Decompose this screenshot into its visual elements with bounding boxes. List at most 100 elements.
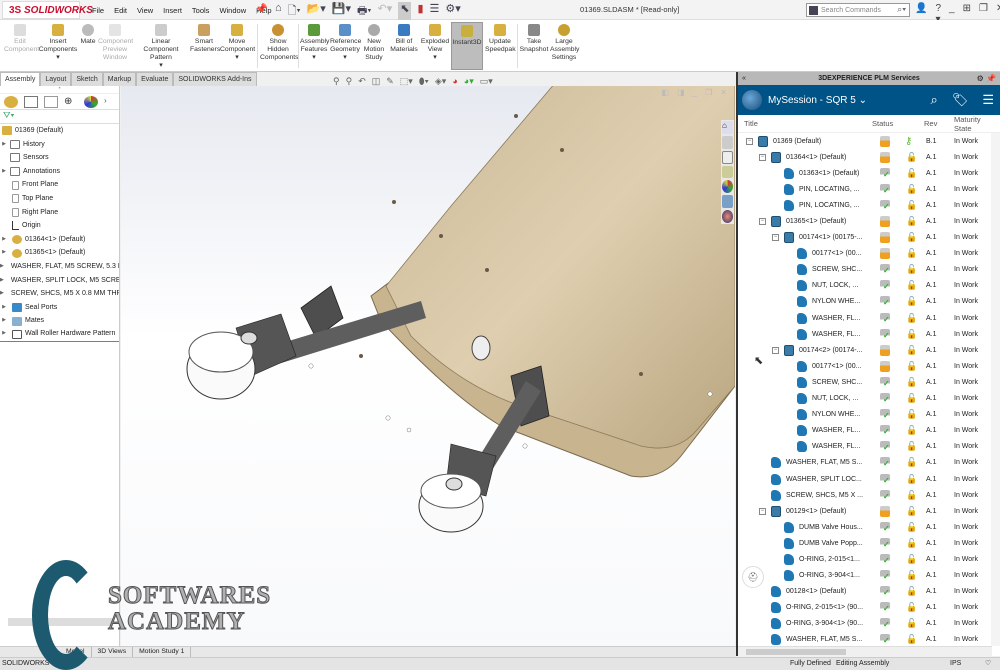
view-orientation-icon[interactable]: ⬚▾ bbox=[400, 76, 413, 87]
plm-row[interactable]: O-RING, 2-015<1... 🔓 A.1 In Work bbox=[738, 551, 1000, 567]
collapse-toggle-icon[interactable]: − bbox=[759, 218, 766, 226]
scroll-thumb[interactable] bbox=[746, 649, 846, 655]
plm-row[interactable]: NUT, LOCK, ... 🔓 A.1 In Work bbox=[738, 278, 1000, 294]
plm-row[interactable]: − 00129<1> (Default) 🔓 A.1 In Work bbox=[738, 503, 1000, 519]
plm-row[interactable]: WASHER, FL... 🔓 A.1 In Work bbox=[738, 310, 1000, 326]
unlocked-padlock-icon[interactable]: 🔓 bbox=[906, 393, 917, 404]
viewport-prev-icon[interactable]: ◧ bbox=[662, 88, 670, 97]
plm-row[interactable]: DUMB Valve Hous... 🔓 A.1 In Work bbox=[738, 519, 1000, 535]
undo-icon[interactable]: ↶▾ bbox=[377, 2, 392, 21]
plm-row[interactable]: WASHER, SPLIT LOC... 🔓 A.1 In Work bbox=[738, 471, 1000, 487]
plm-row[interactable]: WASHER, FL... 🔓 A.1 In Work bbox=[738, 423, 1000, 439]
design-library-icon[interactable] bbox=[722, 135, 733, 149]
display-manager-tab-icon[interactable] bbox=[84, 95, 98, 108]
col-rev[interactable]: Rev bbox=[924, 119, 937, 128]
unlocked-padlock-icon[interactable]: 🔓 bbox=[906, 474, 917, 485]
hide-show-items-icon[interactable]: ◈▾ bbox=[435, 76, 446, 87]
unlocked-padlock-icon[interactable]: 🔓 bbox=[906, 232, 917, 243]
col-status[interactable]: Status bbox=[872, 119, 893, 128]
reference-geometry-button[interactable]: Reference Geometry ▾ bbox=[330, 24, 361, 62]
3dexperience-compass-icon[interactable] bbox=[742, 90, 762, 110]
options-gear-icon[interactable]: ⚙▾ bbox=[445, 2, 460, 21]
plm-row[interactable]: DUMB Valve Popp... 🔓 A.1 In Work bbox=[738, 535, 1000, 551]
plm-row[interactable]: O-RING, 2-015<1> (90... 🔓 A.1 In Work bbox=[738, 600, 1000, 616]
tab-layout[interactable]: Layout bbox=[40, 72, 72, 86]
exploded-view-button[interactable]: Exploded View ▾ bbox=[420, 24, 450, 62]
unlocked-padlock-icon[interactable]: 🔓 bbox=[906, 538, 917, 549]
collapse-toggle-icon[interactable]: − bbox=[759, 507, 766, 515]
tree-item-top-plane[interactable]: Top Plane bbox=[0, 192, 119, 206]
viewport-minimize-icon[interactable]: _ bbox=[693, 88, 697, 97]
custom-properties-icon[interactable] bbox=[722, 195, 733, 209]
feature-tree-scrollbar[interactable] bbox=[8, 618, 113, 626]
plm-row[interactable]: O-RING, 3-904<1> (90... 🔓 A.1 In Work bbox=[738, 616, 1000, 632]
tree-item-history[interactable]: ▶ History bbox=[0, 138, 119, 152]
plm-row[interactable]: SCREW, SHC... 🔓 A.1 In Work bbox=[738, 374, 1000, 390]
component-preview-window-button[interactable]: Component Preview Window bbox=[98, 24, 133, 62]
unlocked-padlock-icon[interactable]: 🔓 bbox=[906, 345, 917, 356]
unlocked-padlock-icon[interactable]: 🔓 bbox=[906, 409, 917, 420]
session-selector[interactable]: MySession - SQR 5 ⌄ bbox=[768, 95, 867, 106]
zoom-to-fit-icon[interactable]: ⚲ bbox=[333, 76, 340, 87]
unlocked-padlock-icon[interactable]: 🔓 bbox=[906, 634, 917, 645]
plm-row[interactable]: SCREW, SHCS, M5 X ... 🔓 A.1 In Work bbox=[738, 487, 1000, 503]
move-component-button[interactable]: Move Component ▾ bbox=[220, 24, 255, 62]
status-feedback-icon[interactable]: ♡ bbox=[985, 658, 991, 670]
expand-icon[interactable]: ▶ bbox=[0, 314, 8, 328]
edit-appearance-icon[interactable]: ◕ bbox=[452, 76, 457, 87]
viewport-close-icon[interactable]: ✕ bbox=[720, 88, 727, 97]
expand-icon[interactable]: ▶ bbox=[0, 138, 8, 152]
plm-row[interactable]: WASHER, FL... 🔓 A.1 In Work bbox=[738, 326, 1000, 342]
insert-components-button[interactable]: Insert Components ▾ bbox=[38, 24, 78, 62]
unlocked-padlock-icon[interactable]: 🔓 bbox=[906, 506, 917, 517]
unlocked-padlock-icon[interactable]: 🔓 bbox=[906, 168, 917, 179]
tree-item-washer-flat[interactable]: ▶ WASHER, FLAT, M5 SCREW, 5.3 M bbox=[0, 260, 119, 274]
section-view-icon[interactable]: ◫ bbox=[372, 76, 381, 87]
unlocked-padlock-icon[interactable]: 🔓 bbox=[906, 522, 917, 533]
mate-button[interactable]: Mate bbox=[80, 24, 96, 46]
rebuild-icon[interactable]: ▮ bbox=[417, 2, 423, 21]
tree-item-annotations[interactable]: ▶ Annotations bbox=[0, 165, 119, 179]
unlocked-padlock-icon[interactable]: 🔓 bbox=[906, 296, 917, 307]
plm-row[interactable]: NUT, LOCK, ... 🔓 A.1 In Work bbox=[738, 391, 1000, 407]
appearances-icon[interactable] bbox=[722, 180, 733, 194]
unlocked-padlock-icon[interactable]: 🔓 bbox=[906, 200, 917, 211]
file-explorer-icon[interactable] bbox=[722, 150, 733, 164]
tab-assembly[interactable]: Assembly bbox=[0, 72, 41, 86]
plm-row[interactable]: 00177<1> (00... 🔓 A.1 In Work bbox=[738, 358, 1000, 374]
menu-tools[interactable]: Tools bbox=[192, 6, 210, 15]
menu-edit[interactable]: Edit bbox=[114, 6, 127, 15]
unlocked-padlock-icon[interactable]: 🔓 bbox=[906, 280, 917, 291]
expand-icon[interactable]: ▶ bbox=[0, 246, 8, 260]
menu-file[interactable]: File bbox=[92, 6, 104, 15]
unlocked-padlock-icon[interactable]: 🔓 bbox=[906, 490, 917, 501]
viewport-restore-icon[interactable]: ❐ bbox=[705, 88, 712, 97]
collapse-toggle-icon[interactable]: − bbox=[746, 137, 753, 145]
tag-icon[interactable]: 🏷 bbox=[952, 92, 969, 108]
unlocked-padlock-icon[interactable]: 🔓 bbox=[906, 554, 917, 565]
tree-item-wall-roller-pattern[interactable]: ▶ Wall Roller Hardware Pattern bbox=[0, 328, 119, 342]
edit-component-button[interactable]: Edit Component bbox=[4, 24, 39, 54]
display-style-icon[interactable]: ⬮▾ bbox=[419, 76, 429, 87]
collapse-panel-icon[interactable]: « bbox=[742, 72, 746, 85]
dimxpert-tab-icon[interactable]: ⊕ bbox=[64, 96, 78, 108]
tree-item-01364[interactable]: ▶ 01364<1> (Default) bbox=[0, 233, 119, 247]
unlocked-padlock-icon[interactable]: 🔓 bbox=[906, 361, 917, 372]
plm-row[interactable]: WASHER, FLAT, M5 S... 🔓 A.1 In Work bbox=[738, 455, 1000, 471]
tree-item-mates[interactable]: ▶ Mates bbox=[0, 314, 119, 328]
menu-view[interactable]: View bbox=[137, 6, 153, 15]
panel-settings-icon[interactable]: ⚙ bbox=[977, 74, 984, 83]
instant3d-button[interactable]: Instant3D bbox=[451, 22, 483, 70]
tree-item-origin[interactable]: Origin bbox=[0, 219, 119, 233]
select-icon[interactable]: ⬉ bbox=[398, 2, 412, 21]
assembly-features-button[interactable]: Assembly Features ▾ bbox=[300, 24, 329, 62]
search-icon[interactable]: ⌕▾ bbox=[897, 4, 906, 15]
show-hidden-components-button[interactable]: Show Hidden Components bbox=[260, 24, 299, 62]
expand-icon[interactable]: ▶ bbox=[0, 328, 8, 341]
unlocked-padlock-icon[interactable]: 🔓 bbox=[906, 457, 917, 468]
unlocked-padlock-icon[interactable]: 🔓 bbox=[906, 377, 917, 388]
unlocked-padlock-icon[interactable]: 🔓 bbox=[906, 570, 917, 581]
configuration-manager-tab-icon[interactable] bbox=[44, 95, 58, 108]
collapse-toggle-icon[interactable]: − bbox=[772, 346, 779, 354]
plm-row[interactable]: O-RING, 3-904<1... 🔓 A.1 In Work bbox=[738, 568, 1000, 584]
